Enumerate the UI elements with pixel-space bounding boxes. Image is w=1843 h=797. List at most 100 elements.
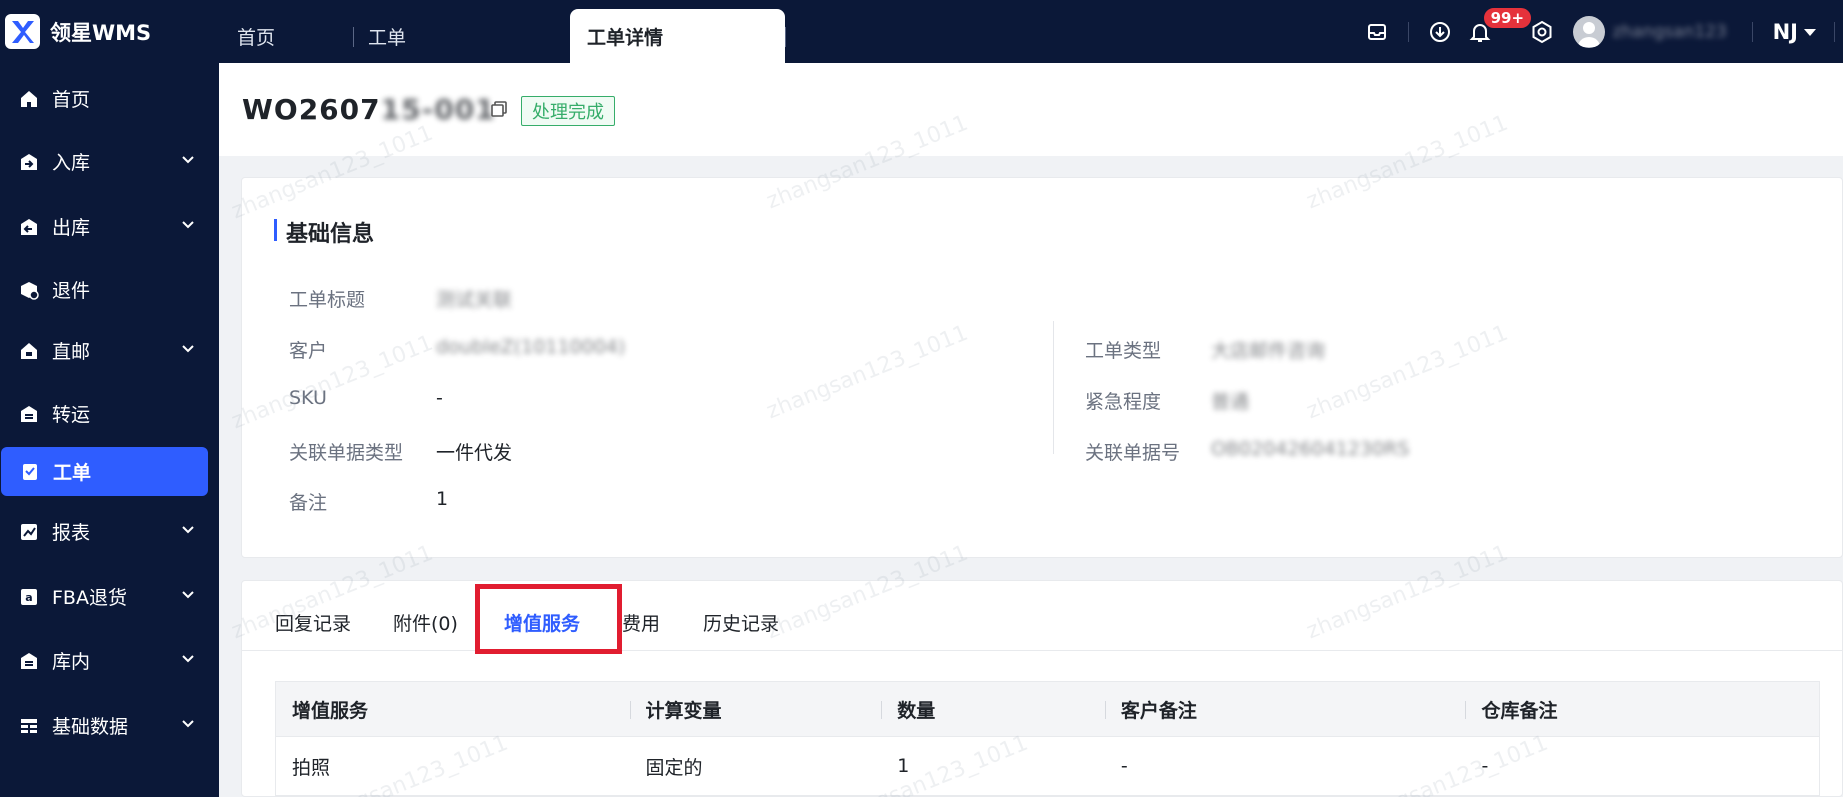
amazon-icon: a [18,586,40,608]
sidebar-item-home[interactable]: 首页 [0,74,219,123]
field-label: 备注 [289,492,328,514]
field-urgency: 紧急程度 普通 [1085,387,1249,414]
sidebar-item-returns[interactable]: 退件 [0,265,219,314]
copy-icon[interactable] [490,100,508,123]
bell-icon[interactable]: 99+ [1467,6,1533,45]
top-actions: 99+ zhangsan123 NJ [1364,0,1843,63]
column-divider [1053,321,1054,454]
caret-down-icon [1804,28,1816,36]
tab-fees[interactable]: 费用 [622,609,660,636]
avatar[interactable] [1572,15,1605,48]
tab-home[interactable]: 首页 [219,10,353,63]
sidebar-item-outbound[interactable]: 出库 [0,202,219,251]
field-customer: 客户 doubleZ(10110004) [289,336,625,363]
column-header: 增值服务 [292,699,369,722]
home-icon [18,88,40,110]
inbound-icon [18,151,40,173]
top-bar: 领星WMS 首页 工单 工单详情 99+ zhangsan123 NJ [0,0,1843,63]
highlight-annotation [475,584,622,654]
tab-reply-records[interactable]: 回复记录 [275,609,351,636]
field-type: 工单类型 大店邮件咨询 [1085,336,1325,363]
brand[interactable]: 领星WMS [0,0,219,63]
sidebar-item-master-data[interactable]: 基础数据 [0,701,219,750]
sidebar-item-work-orders[interactable]: 工单 [1,447,208,496]
sidebar: 首页 入库 出库 退件 直邮 转运 工单 报表 a FBA退货 库内 基础数据 [0,63,219,797]
sidebar-item-label: FBA退货 [52,587,127,609]
house-truck-icon [18,340,40,362]
field-ref-no: 关联单据号 OB020426041230RS [1085,438,1409,465]
field-value: doubleZ(10110004) [436,336,626,358]
detail-tabs-card: 回复记录 附件(0) 增值服务 费用 历史记录 增值服务 计算变量 数量 客户备… [241,580,1843,797]
tab-label: 工单 [368,27,407,49]
inbox-icon[interactable] [1364,19,1390,45]
sidebar-item-label: 出库 [52,217,91,239]
table-cell: 1 [897,755,910,777]
divider [1834,21,1835,42]
field-value: OB020426041230RS [1211,438,1410,460]
outbound-icon [18,216,40,238]
warehouse-icon [18,403,40,425]
sidebar-item-inventory[interactable]: 库内 [0,636,219,685]
table-cell: 固定的 [645,756,703,779]
sidebar-item-label: 入库 [52,152,91,174]
brand-name: 领星WMS [50,20,152,45]
warehouse-switcher[interactable]: NJ [1773,20,1818,44]
table-cell: 拍照 [292,756,331,779]
section-title: 基础信息 [274,216,374,248]
field-value: 普通 [1211,391,1250,413]
chevron-down-icon [182,345,194,353]
sidebar-item-label: 工单 [53,462,92,484]
work-order-id: WO260715-001 [242,93,496,126]
field-label: 关联单据号 [1085,442,1181,464]
username[interactable]: zhangsan123 [1613,22,1738,42]
sidebar-item-direct-mail[interactable]: 直邮 [0,326,219,375]
sidebar-item-reports[interactable]: 报表 [0,507,219,556]
tab-work-orders[interactable]: 工单 [353,10,570,63]
field-label: 工单标题 [289,289,366,311]
sidebar-item-label: 库内 [52,651,91,673]
field-label: 紧急程度 [1085,391,1162,413]
tab-work-order-detail[interactable]: 工单详情 [570,9,785,63]
divider [1751,21,1753,42]
sidebar-item-transfer[interactable]: 转运 [0,389,219,438]
detail-tabs: 回复记录 附件(0) 增值服务 费用 历史记录 [242,581,1843,654]
table-cell: - [1120,755,1128,777]
sidebar-item-label: 直邮 [52,341,91,363]
field-sku: SKU - [289,387,443,409]
table-row: 拍照 固定的 1 - - [275,736,1820,796]
work-order-icon [19,461,41,483]
table-cell: - [1481,755,1489,777]
sidebar-item-inbound[interactable]: 入库 [0,137,219,186]
warehouse-code: NJ [1772,19,1798,44]
chevron-down-icon [182,156,194,164]
notification-badge: 99+ [1482,6,1533,29]
sidebar-item-label: 退件 [52,280,91,302]
download-icon[interactable] [1427,19,1453,45]
field-label: 工单类型 [1085,340,1162,362]
work-order-header: WO260715-001 处理完成 [219,63,1843,156]
chevron-down-icon [182,720,194,728]
basic-info-card: 基础信息 工单标题 测试关联 客户 doubleZ(10110004) SKU … [241,177,1843,558]
chevron-down-icon [182,655,194,663]
tab-label: 工单详情 [587,26,664,49]
column-header: 仓库备注 [1465,682,1819,736]
sidebar-item-fba-returns[interactable]: a FBA退货 [0,572,219,621]
field-value: 一件代发 [436,442,513,464]
sidebar-item-label: 报表 [52,522,91,544]
tab-history[interactable]: 历史记录 [703,609,779,636]
field-value: 大店邮件咨询 [1211,340,1326,362]
field-label: SKU [289,387,327,409]
field-value: 测试关联 [436,289,513,311]
chevron-down-icon [182,591,194,599]
grid-table-icon [18,715,40,737]
work-order-id-prefix: WO2607 [242,93,381,126]
column-header: 客户备注 [1104,682,1466,736]
chevron-down-icon [182,221,194,229]
tab-attachments[interactable]: 附件(0) [393,609,458,636]
tab-divider [785,10,795,63]
warehouse-icon [18,650,40,672]
field-title: 工单标题 测试关联 [289,285,512,312]
field-label: 关联单据类型 [289,442,404,464]
sidebar-item-label: 首页 [52,89,91,111]
settings-icon[interactable] [1529,19,1555,45]
